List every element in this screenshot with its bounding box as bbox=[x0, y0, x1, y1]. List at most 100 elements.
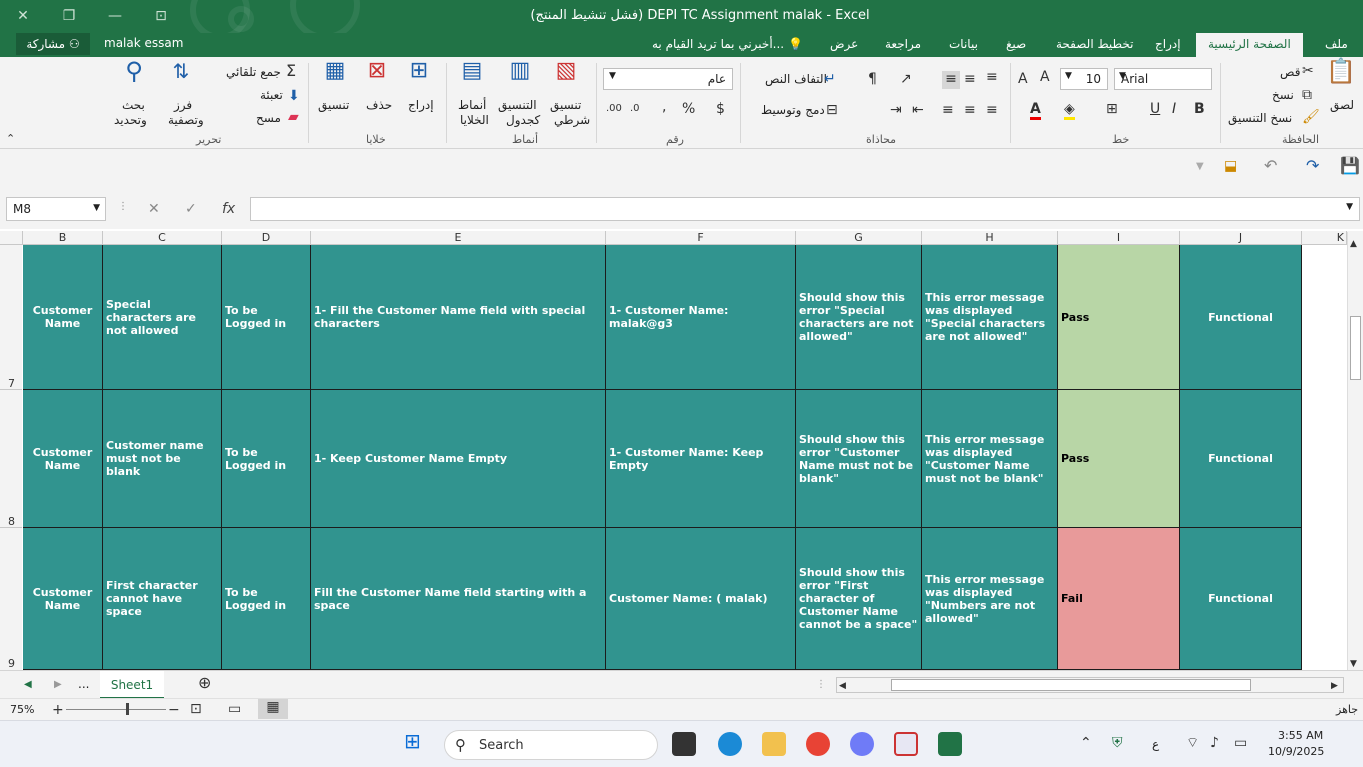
tab-view[interactable]: عرض bbox=[830, 37, 858, 51]
normal-view-icon[interactable]: ▦ bbox=[258, 699, 288, 719]
clear-button[interactable]: مسح bbox=[256, 111, 281, 125]
font-name-select[interactable]: Arial ▼ bbox=[1114, 68, 1212, 90]
row-header[interactable]: 9 bbox=[0, 528, 22, 670]
column-header[interactable]: B bbox=[23, 231, 103, 245]
orientation-icon[interactable]: ↗ bbox=[900, 71, 912, 87]
excel-icon[interactable] bbox=[938, 732, 962, 756]
grid-cell[interactable]: Customer Name bbox=[23, 528, 103, 670]
grid-cell[interactable]: Customer Name bbox=[23, 245, 103, 390]
zoom-slider[interactable] bbox=[66, 709, 166, 710]
paste-button[interactable]: لصق bbox=[1330, 98, 1354, 112]
grid-cell[interactable]: To be Logged in bbox=[222, 528, 311, 670]
align-left-icon[interactable]: ≡ bbox=[986, 102, 998, 118]
column-header[interactable]: I bbox=[1058, 231, 1180, 245]
grid-cell[interactable]: Customer Name bbox=[23, 390, 103, 528]
wifi-icon[interactable]: ⌔ bbox=[1186, 735, 1199, 751]
bold-icon[interactable]: B bbox=[1194, 101, 1205, 117]
prev-sheet-icon[interactable]: ◀ bbox=[24, 677, 32, 693]
share-button[interactable]: مشاركة ⚇ bbox=[16, 33, 90, 55]
tab-review[interactable]: مراجعة bbox=[885, 37, 921, 51]
vertical-scrollbar[interactable]: ▲ ▼ bbox=[1347, 232, 1363, 670]
grid-cell[interactable]: Should show this error "First character … bbox=[796, 528, 922, 670]
page-layout-view-icon[interactable]: ▭ bbox=[228, 701, 241, 717]
grid-cell[interactable]: 1- Keep Customer Name Empty bbox=[311, 390, 606, 528]
grid-cell[interactable]: Special characters are not allowed bbox=[103, 245, 222, 390]
autosum-button[interactable]: جمع تلقائي bbox=[226, 65, 281, 79]
scroll-left-icon[interactable]: ◀ bbox=[839, 678, 846, 694]
grid-cell[interactable]: This error message was displayed "Specia… bbox=[922, 245, 1058, 390]
chrome-icon[interactable] bbox=[806, 732, 830, 756]
column-header[interactable]: K bbox=[1302, 231, 1347, 245]
tab-home[interactable]: الصفحة الرئيسية bbox=[1196, 33, 1303, 57]
undo-icon[interactable]: ↶ bbox=[1264, 158, 1277, 174]
tab-page-layout[interactable]: تخطيط الصفحة bbox=[1056, 37, 1133, 51]
enter-icon[interactable]: ✓ bbox=[185, 201, 197, 217]
next-sheet-icon[interactable]: ▶ bbox=[54, 677, 62, 693]
increase-indent-icon[interactable]: ⇥ bbox=[890, 102, 902, 118]
grid-cell[interactable]: This error message was displayed "Number… bbox=[922, 528, 1058, 670]
align-middle-icon[interactable]: ≡ bbox=[964, 71, 976, 87]
column-header[interactable]: J bbox=[1180, 231, 1302, 245]
chevron-up-icon[interactable]: ⌃ bbox=[1080, 735, 1092, 751]
grid-cell[interactable]: Functional bbox=[1180, 390, 1302, 528]
more-sheets[interactable]: ... bbox=[78, 677, 89, 691]
insert-function-button[interactable]: fx bbox=[222, 201, 235, 217]
grid-cell[interactable]: First character cannot have space bbox=[103, 528, 222, 670]
align-bottom-icon[interactable]: ≡ bbox=[942, 71, 960, 89]
format-button[interactable]: تنسيق bbox=[318, 98, 349, 112]
select-all-corner[interactable] bbox=[0, 231, 23, 245]
terminal-icon[interactable] bbox=[672, 732, 696, 756]
grid-cell[interactable]: Customer Name: ( malak) bbox=[606, 528, 796, 670]
ribbon-display-icon[interactable]: ⊡ bbox=[146, 4, 176, 28]
grid-cell[interactable]: Functional bbox=[1180, 528, 1302, 670]
grid-cell[interactable]: This error message was displayed "Custom… bbox=[922, 390, 1058, 528]
battery-icon[interactable]: ▭ bbox=[1234, 735, 1247, 751]
grid-cell[interactable]: Should show this error "Special characte… bbox=[796, 245, 922, 390]
copilot-icon[interactable] bbox=[850, 732, 874, 756]
cell-styles-button[interactable]: أنماط bbox=[458, 98, 486, 112]
status-cell[interactable]: Fail bbox=[1058, 528, 1180, 670]
close-icon[interactable]: ✕ bbox=[8, 4, 38, 28]
minimize-icon[interactable]: — bbox=[100, 4, 130, 28]
security-shield-icon[interactable]: ⛨ bbox=[1112, 735, 1123, 751]
italic-icon[interactable]: I bbox=[1172, 101, 1176, 117]
increase-font-icon[interactable]: A bbox=[1040, 69, 1050, 85]
horizontal-scrollbar[interactable]: ◀ ▶ bbox=[836, 677, 1344, 693]
highlight-icon[interactable]: ⬓ bbox=[1224, 158, 1237, 174]
grid-cell[interactable]: 1- Customer Name: malak@g3 bbox=[606, 245, 796, 390]
column-header[interactable]: C bbox=[103, 231, 222, 245]
sort-button[interactable]: فرز bbox=[174, 98, 192, 112]
page-break-view-icon[interactable]: ⊡ bbox=[190, 701, 202, 717]
tab-data[interactable]: بيانات bbox=[949, 37, 978, 51]
grid-cell[interactable]: Functional bbox=[1180, 245, 1302, 390]
column-header[interactable]: E bbox=[311, 231, 606, 245]
underline-icon[interactable]: U bbox=[1150, 101, 1160, 117]
language-indicator[interactable]: ع bbox=[1152, 737, 1159, 751]
grid-cell[interactable]: 1- Customer Name: Keep Empty bbox=[606, 390, 796, 528]
clock-date[interactable]: 10/9/2025 bbox=[1268, 745, 1324, 758]
grid-cell[interactable]: Should show this error "Customer Name mu… bbox=[796, 390, 922, 528]
status-cell[interactable]: Pass bbox=[1058, 390, 1180, 528]
wrap-text-button[interactable]: التفاف النص bbox=[765, 72, 827, 86]
insert-button[interactable]: إدراج bbox=[408, 98, 434, 112]
column-header[interactable]: D bbox=[222, 231, 311, 245]
number-format-select[interactable]: ▼ عام bbox=[603, 68, 733, 90]
zoom-in-icon[interactable]: + bbox=[52, 702, 64, 718]
format-painter-button[interactable]: نسخ التنسيق bbox=[1228, 111, 1292, 125]
redo-icon[interactable]: ↷ bbox=[1306, 158, 1319, 174]
row-header[interactable]: 8 bbox=[0, 390, 22, 528]
scroll-thumb[interactable] bbox=[1350, 316, 1361, 380]
scroll-right-icon[interactable]: ▶ bbox=[1331, 678, 1338, 694]
font-color-icon[interactable]: A bbox=[1030, 101, 1041, 120]
tab-formulas[interactable]: صيغ bbox=[1006, 37, 1026, 51]
add-sheet-icon[interactable]: ⊕ bbox=[198, 675, 211, 691]
grid-cell[interactable]: Fill the Customer Name field starting wi… bbox=[311, 528, 606, 670]
format-as-table-button[interactable]: التنسيق bbox=[498, 98, 537, 112]
scroll-thumb[interactable] bbox=[891, 679, 1251, 691]
align-top-icon[interactable]: ≡ bbox=[986, 69, 998, 85]
snipping-tool-icon[interactable] bbox=[894, 732, 918, 756]
collapse-ribbon-icon[interactable]: ⌃ bbox=[6, 131, 15, 147]
font-size-select[interactable]: 10 ▼ bbox=[1060, 68, 1108, 90]
align-center-icon[interactable]: ≡ bbox=[964, 102, 976, 118]
fill-button[interactable]: تعبئة bbox=[260, 88, 283, 102]
